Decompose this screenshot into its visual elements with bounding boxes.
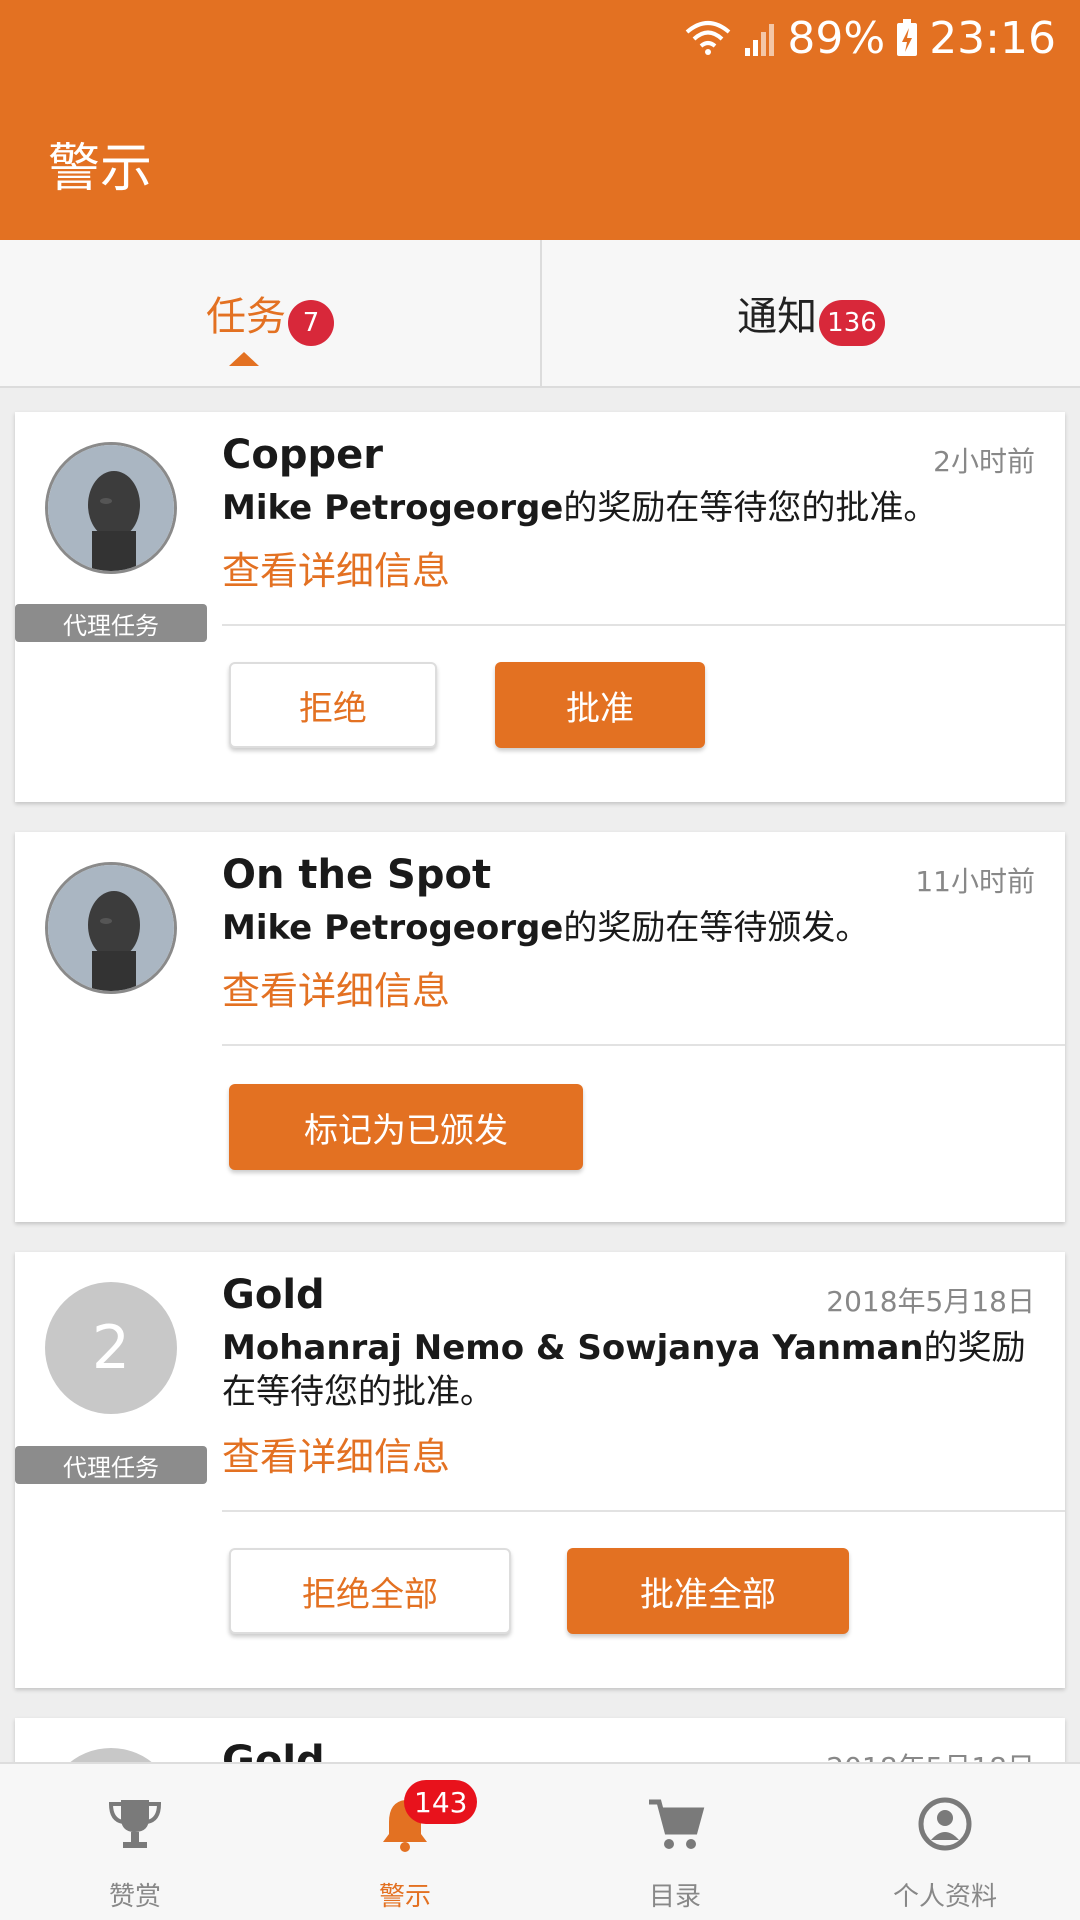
tab-notifications-badge: 136: [819, 300, 885, 346]
proxy-task-tag: 代理任务: [15, 604, 207, 642]
tab-tasks-badge: 7: [288, 300, 334, 346]
active-tab-indicator: [229, 352, 259, 366]
card-message-text: 的奖励在等待您的批准。: [563, 488, 938, 528]
divider: [222, 1510, 1065, 1512]
card-time: 2018年5月18日: [826, 1285, 1035, 1318]
trophy-icon: [108, 1800, 162, 1848]
wifi-icon: [686, 21, 731, 55]
card-message: Mike Petrogeorge的奖励在等待您的批准。: [222, 486, 1042, 530]
battery-percent: 89%: [787, 12, 886, 64]
nav-label: 个人资料: [892, 1882, 997, 1912]
nav-label: 赞赏: [108, 1882, 161, 1912]
cart-icon: [649, 1799, 705, 1849]
signal-icon: [745, 24, 775, 56]
card-title: Copper: [222, 432, 383, 478]
card-message: Mohanraj Nemo & Sowjanya Yanman的奖励在等待您的批…: [222, 1326, 1042, 1414]
divider: [222, 1044, 1065, 1046]
nav-profile[interactable]: 个人资料: [810, 1764, 1080, 1920]
page-title: 警示: [48, 139, 153, 199]
view-details-link[interactable]: 查看详细信息: [222, 540, 450, 595]
reject-all-button[interactable]: 拒绝全部: [229, 1548, 511, 1634]
nav-catalog[interactable]: 目录: [540, 1764, 810, 1920]
divider: [222, 624, 1065, 626]
card-title: Gold: [222, 1272, 325, 1318]
card-message-text: 的奖励在等待颁发。: [563, 908, 870, 948]
approve-button[interactable]: 批准: [495, 662, 705, 748]
nav-appreciation[interactable]: 赞赏: [0, 1764, 270, 1920]
card-message: Mike Petrogeorge的奖励在等待颁发。: [222, 906, 1042, 950]
profile-icon: [918, 1797, 972, 1851]
tab-tasks-label: 任务: [206, 294, 286, 340]
card-title: On the Spot: [222, 852, 492, 898]
avatar: [45, 442, 177, 574]
bottom-nav: 赞赏 143 警示 目录 个人资料: [0, 1762, 1080, 1920]
task-card: 2 代理任务 Gold 2018年5月18日 Mohanraj Nemo & S…: [15, 1252, 1065, 1688]
nav-alerts-badge: 143: [404, 1780, 478, 1824]
avatar-count: 2: [45, 1282, 177, 1414]
app-bar: 89% 23:16 警示: [0, 0, 1080, 240]
clock: 23:16: [929, 12, 1056, 64]
view-details-link[interactable]: 查看详细信息: [222, 1426, 450, 1481]
avatar: [45, 862, 177, 994]
mark-awarded-button[interactable]: 标记为已颁发: [229, 1084, 583, 1170]
card-names: Mike Petrogeorge: [222, 488, 564, 528]
task-card: 代理任务 Copper 2小时前 Mike Petrogeorge的奖励在等待您…: [15, 412, 1065, 802]
tab-tasks[interactable]: 任务 7: [0, 240, 540, 386]
battery-charging-icon: [897, 19, 918, 56]
nav-label: 警示: [378, 1882, 431, 1912]
card-time: 11小时前: [915, 865, 1035, 898]
status-bar: 89% 23:16: [683, 12, 1056, 64]
view-details-link[interactable]: 查看详细信息: [222, 960, 450, 1015]
card-names: Mike Petrogeorge: [222, 908, 564, 948]
tab-notifications[interactable]: 通知 136: [540, 240, 1080, 386]
tab-notifications-label: 通知: [737, 294, 818, 340]
reject-button[interactable]: 拒绝: [229, 662, 437, 748]
nav-alerts[interactable]: 143 警示: [270, 1764, 540, 1920]
task-card: On the Spot 11小时前 Mike Petrogeorge的奖励在等待…: [15, 832, 1065, 1222]
proxy-task-tag: 代理任务: [15, 1446, 207, 1484]
card-names: Mohanraj Nemo & Sowjanya Yanman: [222, 1328, 924, 1368]
approve-all-button[interactable]: 批准全部: [567, 1548, 849, 1634]
nav-label: 目录: [648, 1882, 701, 1912]
tab-bar: 任务 7 通知 136: [0, 240, 1080, 388]
card-time: 2小时前: [933, 445, 1035, 478]
